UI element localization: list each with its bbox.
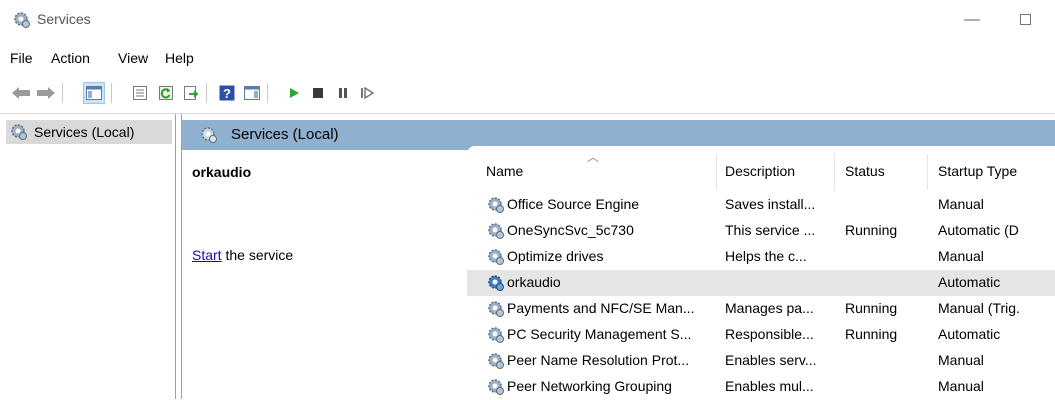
show-hide-action-pane-icon [244,86,260,100]
menu-help[interactable]: Help [165,50,194,66]
service-status-cell: Running [845,326,898,342]
minimize-button[interactable]: — [952,6,992,34]
services-panel: Services (Local) orkaudio Start the serv… [181,114,1055,399]
toolbar: ? [0,80,1055,106]
pause-service-button[interactable] [332,82,354,104]
start-service-text: the service [221,247,294,263]
service-startup-type-cell: Manual (Trig. [938,300,1020,316]
service-name-cell: orkaudio [507,274,561,290]
tree-item-services-local[interactable]: Services (Local) [6,120,172,144]
service-row[interactable]: orkaudio Automatic [467,270,1055,296]
service-description-cell: Helps the c... [725,248,807,264]
service-description-cell: Responsible... [725,326,814,342]
service-name-cell: Peer Networking Grouping [507,378,672,394]
column-header-description[interactable]: Description [725,163,795,179]
selected-service-name: orkaudio [192,164,252,180]
services-list: ︿ Name Description Status Startup Type O… [467,146,1055,399]
service-gear-icon [487,300,505,318]
refresh-button[interactable] [155,82,177,104]
tree-item-label: Services (Local) [34,124,135,140]
service-gear-icon [487,222,505,240]
service-gear-icon [487,274,505,292]
services-gear-icon [11,124,27,140]
service-row[interactable]: Peer Networking Grouping Enables mul... Ma… [467,374,1055,400]
service-gear-icon [487,326,505,344]
service-gear-icon [487,378,505,396]
service-startup-type-cell: Automatic [938,326,1001,342]
service-status-cell: Running [845,222,898,238]
service-action: Start the service [192,247,293,263]
properties-icon [133,86,147,100]
show-hide-tree-icon [86,86,102,100]
maximize-icon [1019,14,1031,26]
service-startup-type-cell: Manual [938,196,984,212]
service-description-cell: This service ... [725,222,816,238]
stop-service-icon [313,88,323,98]
service-row[interactable]: PC Security Management S... Responsible..… [467,322,1055,348]
export-list-button[interactable] [180,82,202,104]
service-row[interactable]: Office Source Engine Saves install... Manu… [467,192,1055,218]
window-title: Services [37,11,91,27]
service-status-cell: Running [845,300,898,316]
menu-bar: File Action View Help [0,46,1055,70]
service-description-cell: Saves install... [725,196,816,212]
back-button[interactable] [10,82,32,104]
export-list-icon [184,86,199,100]
service-row[interactable]: Optimize drives Helps the c... Manual [467,244,1055,270]
service-row[interactable]: OneSyncSvc_5c730 This service ... Running A… [467,218,1055,244]
minimize-icon: — [964,11,980,28]
menu-action[interactable]: Action [51,50,90,66]
service-gear-icon [487,352,505,370]
service-gear-icon [487,196,505,214]
show-hide-action-pane-button[interactable] [241,82,263,104]
service-startup-type-cell: Manual [938,352,984,368]
console-tree: Services (Local) [0,114,176,399]
panel-header-title: Services (Local) [231,126,339,143]
service-name-cell: Peer Name Resolution Prot... [507,352,690,368]
column-header-name[interactable]: Name [486,163,523,179]
start-service-button[interactable] [283,82,305,104]
service-gear-icon [487,248,505,266]
back-arrow-icon [12,87,30,99]
svg-text:?: ? [223,86,231,101]
service-row[interactable]: Payments and NFC/SE Man... Manages pa... R… [467,296,1055,322]
service-description-cell: Manages pa... [725,300,814,316]
service-name-cell: Payments and NFC/SE Man... [507,300,695,316]
services-gear-icon [201,127,217,143]
start-service-icon [290,88,299,98]
extended-description-pane: orkaudio Start the service [182,150,472,399]
services-gear-icon [14,12,30,28]
resume-service-button[interactable] [356,82,378,104]
sort-ascending-icon[interactable]: ︿ [587,148,599,165]
stop-service-button[interactable] [307,82,329,104]
properties-button[interactable] [129,82,151,104]
service-name-cell: OneSyncSvc_5c730 [507,222,634,238]
service-name-cell: Optimize drives [507,248,604,264]
service-name-cell: Office Source Engine [507,196,640,212]
start-service-link[interactable]: Start [192,247,222,263]
show-hide-tree-button[interactable] [83,82,105,104]
pause-service-icon [339,88,347,98]
help-button[interactable]: ? [216,82,238,104]
service-name-cell: PC Security Management S... [507,326,692,342]
menu-file[interactable]: File [10,50,33,66]
service-description-cell: Enables serv... [725,352,817,368]
title-bar: Services — [0,0,1055,40]
service-startup-type-cell: Automatic [938,274,1001,290]
service-startup-type-cell: Manual [938,378,984,394]
refresh-icon [159,86,173,100]
column-header-startup-type[interactable]: Startup Type [938,163,1017,179]
service-startup-type-cell: Automatic (D [938,222,1019,238]
maximize-button[interactable] [1005,6,1045,34]
help-icon: ? [219,85,235,101]
service-description-cell: Enables mul... [725,378,814,394]
forward-button[interactable] [35,82,57,104]
service-row[interactable]: Peer Name Resolution Prot... Enables serv… [467,348,1055,374]
menu-view[interactable]: View [118,50,148,66]
resume-service-icon [361,87,374,99]
column-header-status[interactable]: Status [845,163,885,179]
forward-arrow-icon [37,87,55,99]
service-startup-type-cell: Manual [938,248,984,264]
